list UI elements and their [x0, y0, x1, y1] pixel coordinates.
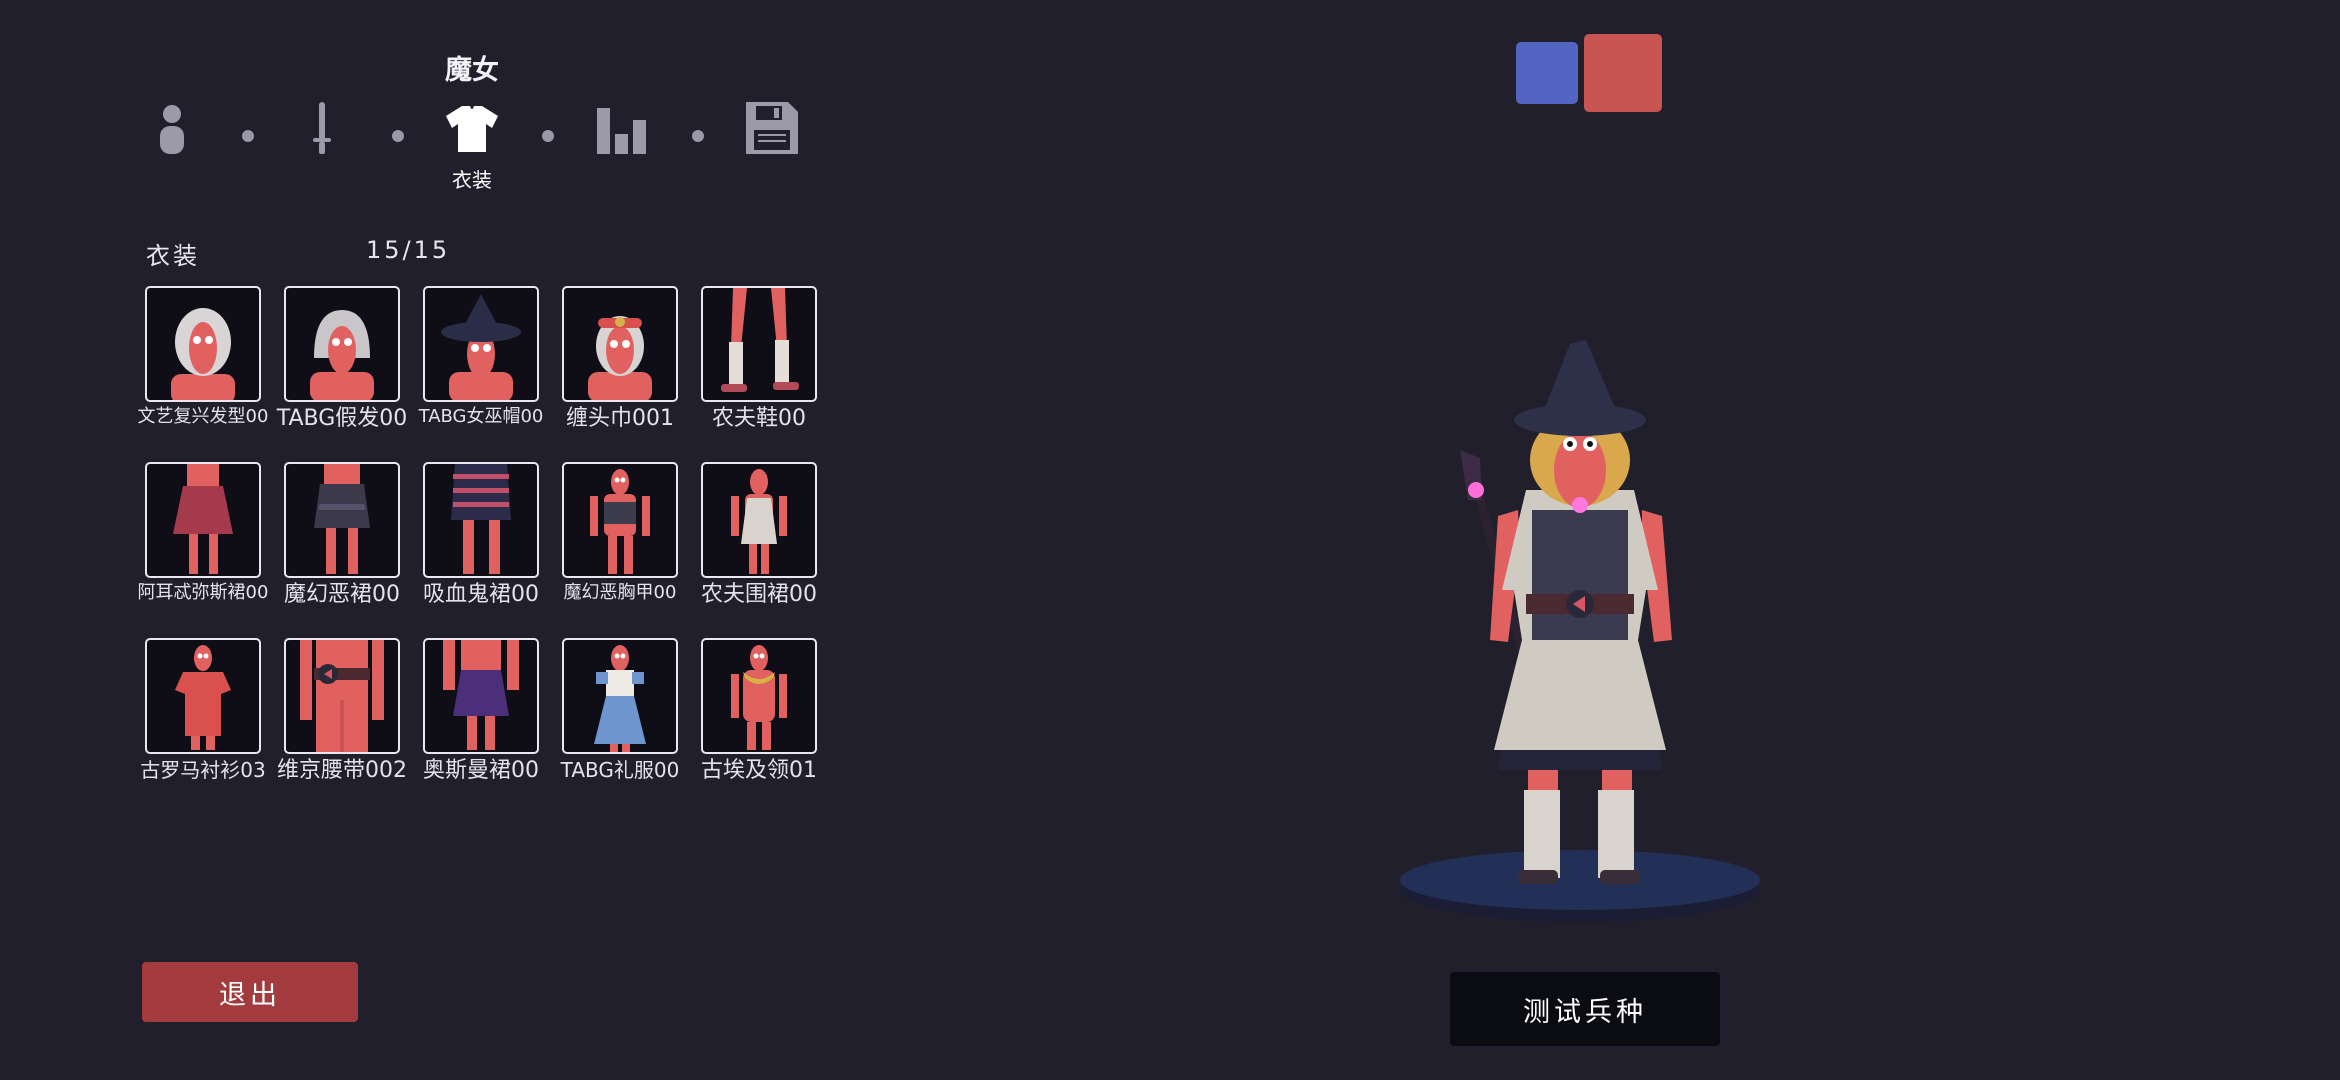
clothing-thumbnail[interactable]	[284, 462, 400, 578]
clothing-thumbnail[interactable]	[701, 638, 817, 754]
step-clothing-label: 衣装	[452, 168, 492, 192]
clothing-label: 阿耳忒弥斯裙00	[137, 582, 269, 603]
step-separator	[542, 130, 554, 142]
clothing-item[interactable]: 缠头巾001	[562, 286, 678, 431]
clothing-label: 吸血鬼裙00	[423, 582, 539, 607]
step-stats[interactable]	[582, 100, 662, 200]
clothing-thumbnail[interactable]	[145, 638, 261, 754]
witch-hat-icon	[441, 294, 521, 400]
test-unit-button[interactable]: 测试兵种	[1450, 972, 1720, 1046]
unit-preview	[1400, 340, 1760, 922]
clothing-label: TABG假发00	[276, 406, 408, 431]
clothing-thumbnail[interactable]	[701, 462, 817, 578]
clothing-thumbnail[interactable]	[284, 638, 400, 754]
clothing-label: 奥斯曼裙00	[423, 758, 539, 783]
clothing-thumbnail[interactable]	[284, 286, 400, 402]
clothing-label: 古罗马衬衫03	[140, 758, 266, 782]
clothing-item[interactable]: 古埃及领01	[701, 638, 817, 783]
clothing-item[interactable]: 奥斯曼裙00	[423, 638, 539, 783]
dress-blue-icon	[594, 645, 646, 752]
clothing-item[interactable]: 阿耳忒弥斯裙00	[138, 462, 268, 603]
clothing-label: 魔幻恶裙00	[284, 582, 400, 607]
belt-icon	[300, 640, 384, 752]
collar-icon	[731, 645, 787, 750]
bar-chart-icon	[597, 108, 646, 154]
exit-button[interactable]: 退出	[142, 962, 358, 1022]
clothing-label: TABG礼服00	[560, 758, 680, 782]
skirt-dark-icon	[314, 464, 370, 574]
clothing-item[interactable]: 吸血鬼裙00	[423, 462, 539, 607]
clothing-label: 维京腰带002	[277, 758, 407, 783]
clothing-thumbnail[interactable]	[701, 286, 817, 402]
clothing-item[interactable]: 农夫围裙00	[701, 462, 817, 607]
step-separator	[242, 130, 254, 142]
section-title: 衣装	[146, 242, 200, 270]
clothing-label: TABG女巫帽00	[418, 406, 544, 427]
clothing-item[interactable]: 魔幻恶胸甲00	[562, 462, 678, 603]
save-icon	[746, 102, 798, 154]
step-clothing[interactable]: 衣装	[432, 100, 512, 200]
clothing-thumbnail[interactable]	[145, 462, 261, 578]
chest-armor-icon	[590, 469, 650, 574]
clothing-label: 农夫鞋00	[712, 406, 806, 431]
clothing-label: 农夫围裙00	[701, 582, 817, 607]
skirt-striped-icon	[451, 464, 511, 574]
clothing-item[interactable]: 文艺复兴发型00	[138, 286, 268, 427]
skirt-purple-icon	[443, 640, 519, 750]
shirt-icon	[446, 106, 498, 152]
clothing-item[interactable]: TABG女巫帽00	[419, 286, 543, 427]
unit-name: 魔女	[445, 55, 499, 86]
skirt-red-icon	[173, 464, 233, 574]
clothing-thumbnail[interactable]	[423, 462, 539, 578]
team-red-button[interactable]	[1584, 34, 1662, 112]
clothing-label: 古埃及领01	[701, 758, 817, 783]
apron-icon	[731, 469, 787, 574]
clothing-item[interactable]: 魔幻恶裙00	[284, 462, 400, 607]
clothing-label: 缠头巾001	[566, 406, 674, 431]
step-unit-base[interactable]	[132, 100, 212, 200]
clothing-thumbnail[interactable]	[145, 286, 261, 402]
tunic-icon	[175, 645, 231, 750]
hair-long-icon	[171, 308, 235, 400]
shoes-icon	[721, 288, 799, 392]
clothing-item[interactable]: 农夫鞋00	[701, 286, 817, 431]
item-count: 15/15	[366, 236, 451, 264]
person-icon	[160, 105, 184, 154]
clothing-thumbnail[interactable]	[423, 638, 539, 754]
clothing-thumbnail[interactable]	[562, 286, 678, 402]
clothing-label: 文艺复兴发型00	[137, 406, 269, 427]
clothing-item[interactable]: TABG假发00	[277, 286, 407, 431]
clothing-item[interactable]: 维京腰带002	[277, 638, 407, 783]
clothing-item[interactable]: TABG礼服00	[561, 638, 679, 781]
clothing-label: 魔幻恶胸甲00	[563, 582, 677, 603]
sword-icon	[313, 102, 331, 154]
clothing-thumbnail[interactable]	[562, 638, 678, 754]
headband-icon	[588, 316, 652, 400]
editor-steps: 衣装	[130, 100, 830, 210]
step-separator	[392, 130, 404, 142]
clothing-thumbnail[interactable]	[562, 462, 678, 578]
step-separator	[692, 130, 704, 142]
team-blue-button[interactable]	[1516, 42, 1578, 104]
step-save[interactable]	[732, 100, 812, 200]
clothing-item[interactable]: 古罗马衬衫03	[140, 638, 266, 781]
hair-bob-icon	[310, 310, 374, 400]
step-weapons[interactable]	[282, 100, 362, 200]
clothing-thumbnail[interactable]	[423, 286, 539, 402]
